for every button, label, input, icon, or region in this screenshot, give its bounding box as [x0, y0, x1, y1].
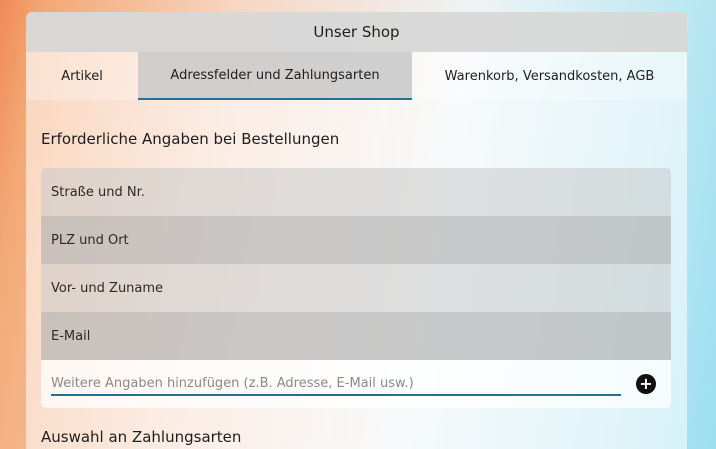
required-fields-list: Straße und Nr. PLZ und Ort Vor- und Zuna…	[41, 168, 671, 408]
tab-cart-shipping-terms[interactable]: Warenkorb, Versandkosten, AGB	[412, 52, 687, 100]
payment-section-title: Auswahl an Zahlungsarten	[41, 428, 242, 446]
shop-window: Unser Shop Artikel Adressfelder und Zahl…	[26, 12, 687, 449]
tab-address-payment[interactable]: Adressfelder und Zahlungsarten	[138, 52, 412, 100]
field-row-name[interactable]: Vor- und Zuname	[41, 264, 671, 312]
add-field-row: +	[41, 360, 671, 408]
add-field-input[interactable]	[51, 372, 621, 396]
field-row-email[interactable]: E-Mail	[41, 312, 671, 360]
plus-circle-icon[interactable]: +	[636, 374, 656, 394]
tab-articles[interactable]: Artikel	[26, 52, 138, 100]
field-row-zip-city[interactable]: PLZ und Ort	[41, 216, 671, 264]
field-row-street[interactable]: Straße und Nr.	[41, 168, 671, 216]
required-section-title: Erforderliche Angaben bei Bestellungen	[41, 130, 340, 148]
tab-bar: Artikel Adressfelder und Zahlungsarten W…	[26, 52, 687, 100]
window-title: Unser Shop	[26, 12, 687, 52]
